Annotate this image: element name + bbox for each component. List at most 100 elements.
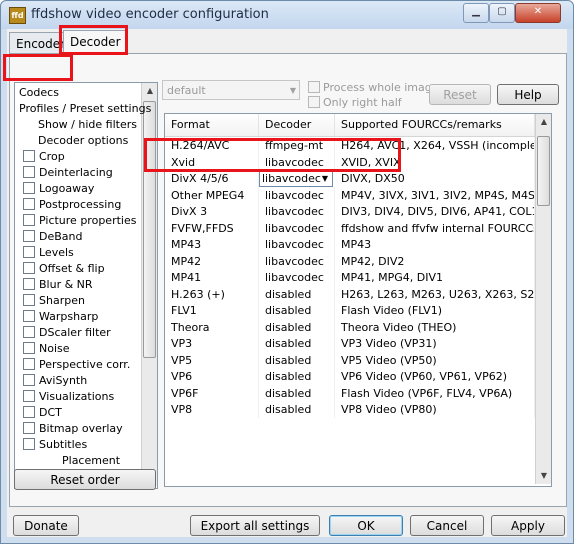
tree-item[interactable]: Crop — [23, 149, 65, 164]
table-row[interactable]: VP5 disabled VP5 Video (VP50) — [165, 351, 535, 369]
window-title: ffdshow video encoder configuration — [31, 7, 269, 22]
tree-item[interactable]: Sharpen — [23, 293, 85, 308]
chevron-down-icon[interactable]: ▼ — [318, 171, 332, 186]
remarks-cell: MP41, MPG4, DIV1 — [335, 269, 535, 286]
column-header-decoder[interactable]: Decoder — [259, 114, 335, 136]
format-cell: VP8 — [165, 401, 259, 418]
filter-checkbox[interactable] — [23, 326, 35, 338]
table-row[interactable]: VP3 disabled VP3 Video (VP31) — [165, 335, 535, 352]
tree-item[interactable]: Postprocessing — [23, 197, 121, 212]
apply-button[interactable]: Apply — [491, 515, 565, 536]
tree-item-label: Warpsharp — [39, 310, 99, 323]
table-row[interactable]: Theora disabled Theora Video (THEO) — [165, 318, 535, 336]
tree-item[interactable]: DeBand — [23, 229, 82, 244]
scroll-up-icon[interactable]: ▲ — [536, 114, 551, 130]
decoder-cell: libavcodec — [259, 203, 335, 220]
table-row[interactable]: DivX 3 libavcodec DIV3, DIV4, DIV5, DIV6, … — [165, 203, 535, 220]
only-right-half-checkbox[interactable]: Only right half — [308, 96, 402, 109]
filter-checkbox[interactable] — [23, 262, 35, 274]
tree-item[interactable]: Codecs — [19, 85, 59, 100]
table-row[interactable]: Other MPEG4 libavcodec MP4V, 3IVX, 3IV1, 3… — [165, 186, 535, 204]
table-row[interactable]: DivX 4/5/6 libavcodec ▼ DIVX, DX50 — [165, 170, 535, 187]
decoder-select[interactable]: libavcodec ▼ — [259, 170, 333, 187]
tree-item[interactable]: AviSynth — [23, 373, 87, 388]
tree-item[interactable]: Placement — [62, 453, 120, 468]
tree-item[interactable]: Deinterlacing — [23, 165, 113, 180]
preset-select[interactable]: default ▼ — [162, 80, 300, 100]
scroll-up-icon[interactable]: ▲ — [142, 83, 157, 99]
table-scroll-thumb[interactable] — [537, 136, 550, 206]
tree-item[interactable]: DCT — [23, 405, 62, 420]
filter-checkbox[interactable] — [23, 374, 35, 386]
maximize-button[interactable]: ▢ — [489, 3, 515, 23]
close-button[interactable]: ✕ — [515, 3, 561, 23]
table-row[interactable]: FLV1 disabled Flash Video (FLV1) — [165, 302, 535, 319]
tree-item[interactable]: Visualizations — [23, 389, 114, 404]
tree-item[interactable]: Profiles / Preset settings — [19, 101, 151, 116]
minimize-button[interactable]: ▁ — [463, 3, 489, 23]
tree-item[interactable]: Noise — [23, 341, 70, 356]
tree-item[interactable]: Decoder options — [38, 133, 128, 148]
filter-checkbox[interactable] — [23, 422, 35, 434]
donate-button[interactable]: Donate — [13, 515, 79, 536]
tree-item-label: Postprocessing — [39, 198, 122, 211]
table-scrollbar[interactable]: ▲ ▼ — [535, 114, 551, 484]
tree-item[interactable]: Warpsharp — [23, 309, 98, 324]
table-row[interactable]: Xvid libavcodec XVID, XVIX — [165, 153, 535, 171]
filter-checkbox[interactable] — [23, 358, 35, 370]
process-whole-image-checkbox[interactable]: Process whole image — [308, 81, 439, 94]
filter-checkbox[interactable] — [23, 214, 35, 226]
column-header-format[interactable]: Format — [165, 114, 259, 136]
tree-item[interactable]: Offset & flip — [23, 261, 105, 276]
table-row[interactable]: MP43 libavcodec MP43 — [165, 236, 535, 253]
table-row[interactable]: VP6 disabled VP6 Video (VP60, VP61, VP62) — [165, 368, 535, 385]
table-row[interactable]: H.263 (+) disabled H263, L263, M263, U263,… — [165, 285, 535, 303]
filter-checkbox[interactable] — [23, 150, 35, 162]
filter-checkbox[interactable] — [23, 198, 35, 210]
filter-checkbox[interactable] — [23, 342, 35, 354]
table-row[interactable]: FVFW,FFDS libavcodec ffdshow and ffvfw int… — [165, 219, 535, 237]
help-button[interactable]: Help — [497, 84, 559, 105]
filter-checkbox[interactable] — [23, 166, 35, 178]
table-row[interactable]: MP41 libavcodec MP41, MPG4, DIV1 — [165, 269, 535, 286]
checkbox-box — [308, 96, 320, 108]
reset-button[interactable]: Reset — [429, 84, 491, 105]
tree-item[interactable]: Logoaway — [23, 181, 94, 196]
tree-item-label: Perspective corr. — [39, 358, 131, 371]
table-row[interactable]: MP42 libavcodec MP42, DIV2 — [165, 252, 535, 270]
filter-checkbox[interactable] — [23, 294, 35, 306]
tree-item[interactable]: Levels — [23, 245, 74, 260]
filter-checkbox[interactable] — [23, 230, 35, 242]
cancel-button[interactable]: Cancel — [410, 515, 484, 536]
tree-scroll-thumb[interactable] — [143, 101, 156, 358]
table-row[interactable]: VP8 disabled VP8 Video (VP80) — [165, 401, 535, 418]
title-bar[interactable]: ffd ffdshow video encoder configuration … — [1, 1, 573, 29]
tree-item[interactable]: Subtitles — [23, 437, 87, 452]
filter-checkbox[interactable] — [23, 182, 35, 194]
filter-checkbox[interactable] — [23, 310, 35, 322]
filter-checkbox[interactable] — [23, 406, 35, 418]
table-row[interactable]: H.264/AVC ffmpeg-mt H264, AVC1, X264, VSSH… — [165, 137, 535, 154]
table-row[interactable]: VP6F disabled Flash Video (VP6F, FLV4, VP6… — [165, 384, 535, 402]
reset-order-button[interactable]: Reset order — [14, 469, 156, 490]
tree-scrollbar[interactable]: ▲ ▼ — [141, 83, 157, 486]
tree-item[interactable]: Blur & NR — [23, 277, 93, 292]
tree-item[interactable]: Perspective corr. — [23, 357, 130, 372]
filter-checkbox[interactable] — [23, 246, 35, 258]
tree-item-label: Show / hide filters — [38, 118, 137, 131]
tree-item[interactable]: Show / hide filters — [38, 117, 137, 132]
decoder-select-value: libavcodec — [262, 172, 321, 185]
filter-checkbox[interactable] — [23, 438, 35, 450]
tree-item-label: DScaler filter — [39, 326, 111, 339]
filter-checkbox[interactable] — [23, 390, 35, 402]
tab-decoder[interactable]: Decoder — [63, 30, 128, 55]
tree-item[interactable]: DScaler filter — [23, 325, 111, 340]
preset-value: default — [167, 84, 206, 97]
export-all-settings-button[interactable]: Export all settings — [190, 515, 320, 536]
tree-item[interactable]: Picture properties — [23, 213, 136, 228]
filter-checkbox[interactable] — [23, 278, 35, 290]
ok-button[interactable]: OK — [329, 515, 403, 536]
scroll-down-icon[interactable]: ▼ — [536, 468, 551, 484]
tree-item[interactable]: Bitmap overlay — [23, 421, 123, 436]
column-header-remarks[interactable]: Supported FOURCCs/remarks — [335, 114, 535, 136]
